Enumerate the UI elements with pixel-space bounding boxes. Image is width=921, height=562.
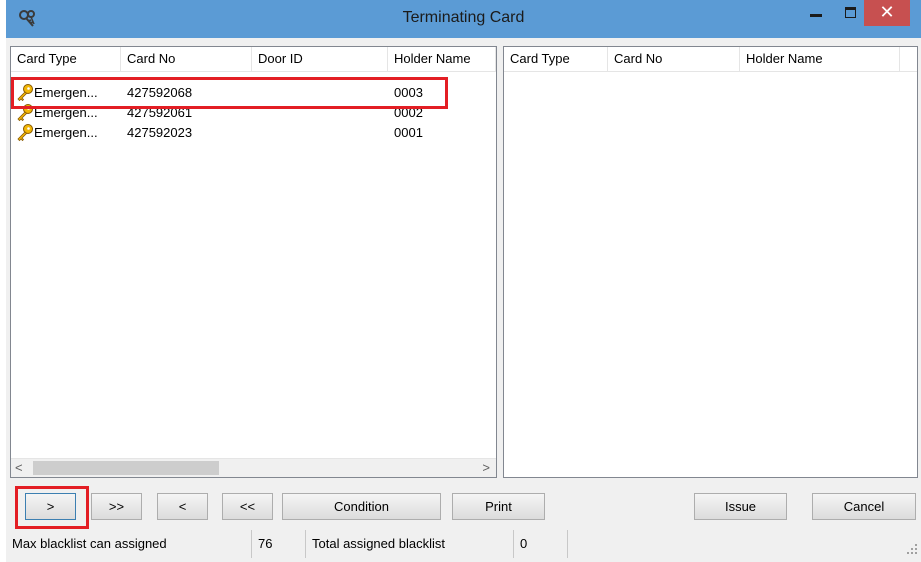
resize-grip-icon[interactable]: [907, 544, 917, 554]
close-button[interactable]: ✕: [864, 0, 910, 26]
column-header-holder-name[interactable]: Holder Name: [388, 47, 496, 71]
close-icon: ✕: [879, 2, 895, 22]
title-bar[interactable]: Terminating Card ✕: [6, 0, 921, 38]
move-all-button[interactable]: >>: [91, 493, 142, 520]
scrollbar-thumb[interactable]: [33, 461, 219, 475]
horizontal-scrollbar[interactable]: < >: [11, 458, 496, 477]
status-bar: Max blacklist can assigned 76 Total assi…: [6, 530, 921, 562]
issue-button[interactable]: Issue: [694, 493, 787, 520]
column-header-door-id[interactable]: Door ID: [252, 47, 388, 71]
column-header-card-no[interactable]: Card No: [608, 47, 740, 71]
left-table-header: Card Type Card No Door ID Holder Name: [11, 47, 496, 72]
remove-one-button[interactable]: <: [157, 493, 208, 520]
minimize-icon: [810, 14, 822, 17]
total-assigned-value: 0: [514, 530, 568, 558]
total-assigned-label: Total assigned blacklist: [306, 530, 514, 558]
row-highlight-box: [11, 77, 448, 109]
scroll-right-icon[interactable]: >: [482, 459, 490, 477]
assigned-cards-list[interactable]: Card Type Card No Holder Name: [503, 46, 918, 478]
cell-card-no: 427592023: [127, 125, 193, 140]
available-cards-list[interactable]: Card Type Card No Door ID Holder Name Em…: [10, 46, 497, 478]
max-blacklist-label: Max blacklist can assigned: [6, 530, 252, 558]
maximize-icon: [845, 7, 856, 18]
column-header-card-type[interactable]: Card Type: [504, 47, 608, 71]
window-title: Terminating Card: [402, 9, 525, 26]
max-blacklist-value: 76: [252, 530, 306, 558]
cancel-button[interactable]: Cancel: [812, 493, 916, 520]
condition-button[interactable]: Condition: [282, 493, 441, 520]
cell-holder-name: 0001: [394, 125, 423, 140]
column-header-card-type[interactable]: Card Type: [11, 47, 121, 71]
remove-all-button[interactable]: <<: [222, 493, 273, 520]
column-header-holder-name[interactable]: Holder Name: [740, 47, 900, 71]
key-icon: [17, 124, 33, 142]
scroll-left-icon[interactable]: <: [15, 459, 23, 477]
cell-card-type: Emergen...: [34, 125, 98, 140]
table-row[interactable]: Emergen... 427592023 0001: [11, 123, 496, 143]
button-highlight-box: [15, 486, 89, 529]
minimize-button[interactable]: [801, 0, 831, 28]
right-table-header: Card Type Card No Holder Name: [504, 47, 917, 72]
terminating-card-window: Terminating Card ✕ Card Type Card No Doo…: [6, 0, 921, 562]
column-header-card-no[interactable]: Card No: [121, 47, 252, 71]
print-button[interactable]: Print: [452, 493, 545, 520]
maximize-button[interactable]: [836, 0, 866, 28]
